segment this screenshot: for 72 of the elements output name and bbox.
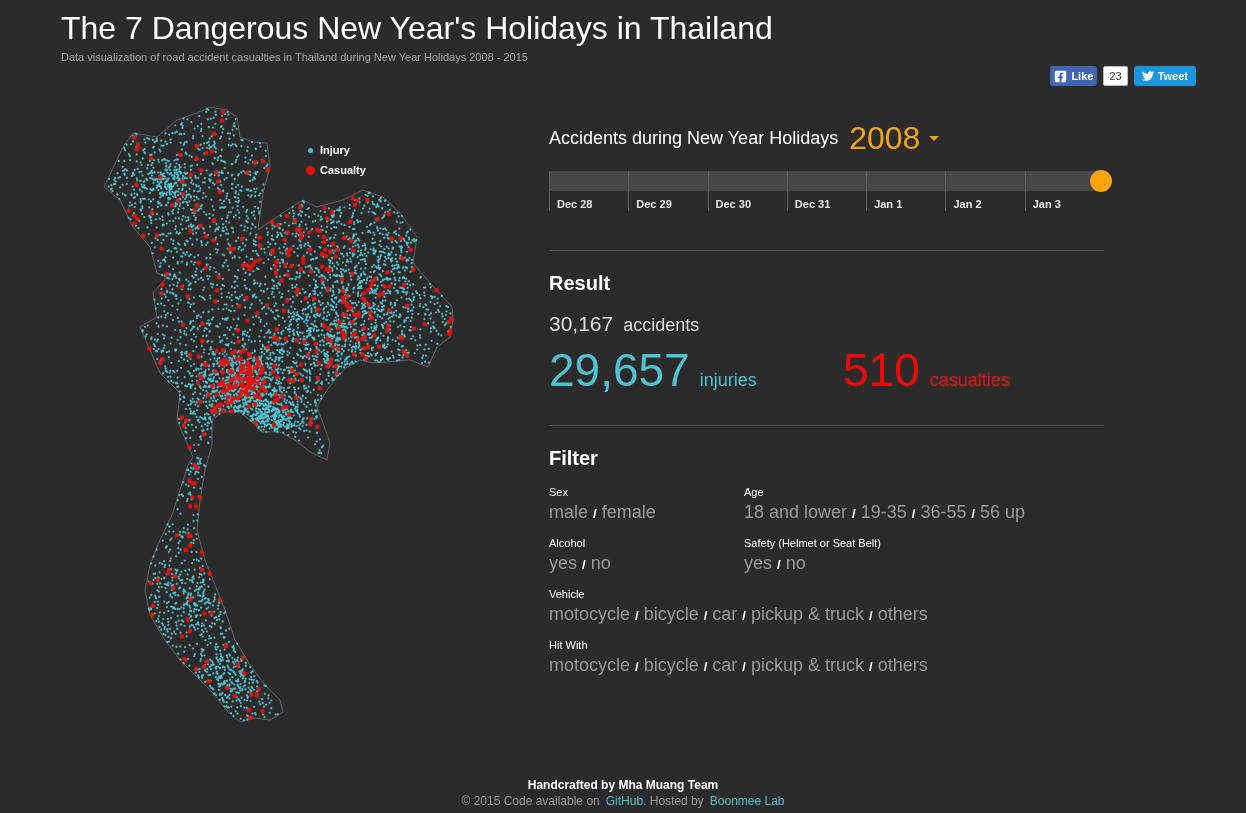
slash-separator: / [869, 658, 873, 676]
like-count: 23 [1103, 66, 1128, 86]
slash-separator: / [635, 658, 639, 676]
filter-heading: Filter [549, 446, 598, 471]
timeline-slider-track[interactable] [549, 170, 1112, 192]
filter-label: Age [744, 485, 764, 499]
filter-label: Alcohol [549, 536, 586, 550]
slash-separator: / [635, 607, 639, 625]
filter-option[interactable]: pickup & truck [750, 602, 864, 626]
filter-option[interactable]: car [712, 602, 738, 626]
filter-option[interactable]: 56 up [980, 500, 1026, 524]
slash-separator: / [852, 505, 856, 523]
slash-separator: / [703, 607, 708, 625]
filter-label: Vehicle [549, 587, 585, 601]
slash-separator: / [911, 505, 916, 523]
day-label: Dec 30 [715, 198, 752, 210]
slash-separator: / [869, 607, 873, 625]
accident-label: accidents [623, 314, 700, 337]
year-dropdown[interactable]: 2008 [849, 118, 940, 158]
slash-separator: / [777, 556, 781, 574]
injury-count: 29,657 [549, 344, 690, 396]
slash-separator: / [582, 556, 586, 574]
filter-option[interactable]: others [877, 653, 928, 677]
accident-count: 30,167 [549, 311, 614, 337]
filter-option[interactable]: female [601, 500, 656, 524]
day-label: Dec 28 [557, 198, 593, 210]
bird-icon [1141, 70, 1154, 82]
filter-option[interactable]: yes [744, 551, 772, 575]
result-heading: Result [549, 271, 611, 296]
caret-icon [929, 135, 940, 141]
day-label: Jan 3 [1032, 198, 1061, 210]
filter-option[interactable]: motocycle [549, 653, 631, 677]
filter-option[interactable]: yes [549, 551, 577, 575]
filter-option[interactable]: pickup & truck [750, 653, 864, 677]
page-subtitle: Data visualization of road accident casualties in Thailand during New Year Holidays 2008 - 2015 [61, 50, 528, 64]
timeline-heading: Accidents during New Year Holidays [549, 127, 839, 150]
slider-handle[interactable] [1090, 170, 1112, 192]
filter-label: Safety (Helmet or Seat Belt) [744, 536, 881, 550]
filter-label: Hit With [549, 638, 588, 652]
slash-separator: / [742, 607, 746, 625]
filter-option[interactable]: car [712, 653, 738, 677]
injury-label: injuries [699, 369, 757, 392]
tweet-button[interactable]: Tweet [1133, 66, 1196, 86]
slash-separator: / [593, 505, 597, 523]
filter-option[interactable]: 18 and lower [744, 500, 848, 524]
filter-label: Sex [549, 485, 568, 499]
like-button[interactable]: Like [1050, 66, 1098, 86]
page-title: The 7 Dangerous New Year's Holidays in Thailand [61, 9, 773, 48]
filter-option[interactable]: no [590, 551, 611, 575]
filter-option[interactable]: others [877, 602, 928, 626]
footer-credits: © 2015 Code available on GitHub. Hosted by Boonmee Lab [461, 793, 785, 809]
day-label: Dec 31 [794, 198, 831, 210]
slash-separator: / [703, 658, 708, 676]
day-label: Dec 29 [636, 198, 672, 210]
legend-label: Casualty [320, 162, 366, 178]
day-label: Jan 1 [874, 198, 903, 210]
f-logo-icon [1054, 69, 1068, 83]
casualty-label: casualties [929, 369, 1010, 392]
filter-option[interactable]: motocycle [549, 602, 631, 626]
filter-option[interactable]: male [549, 500, 588, 524]
footer-link[interactable]: Boonmee Lab [709, 794, 785, 808]
day-label: Jan 2 [953, 198, 982, 210]
filter-option[interactable]: no [785, 551, 806, 575]
legend-label: Injury [320, 142, 350, 158]
filter-option[interactable]: 36-55 [920, 500, 967, 524]
slash-separator: / [971, 505, 976, 523]
filter-option[interactable]: bicycle [643, 602, 699, 626]
casualty-count: 510 [843, 344, 920, 396]
filter-option[interactable]: bicycle [643, 653, 699, 677]
filter-option[interactable]: 19-35 [860, 500, 907, 524]
slash-separator: / [742, 658, 746, 676]
footer-team: Handcrafted by Mha Muang Team [527, 777, 719, 793]
